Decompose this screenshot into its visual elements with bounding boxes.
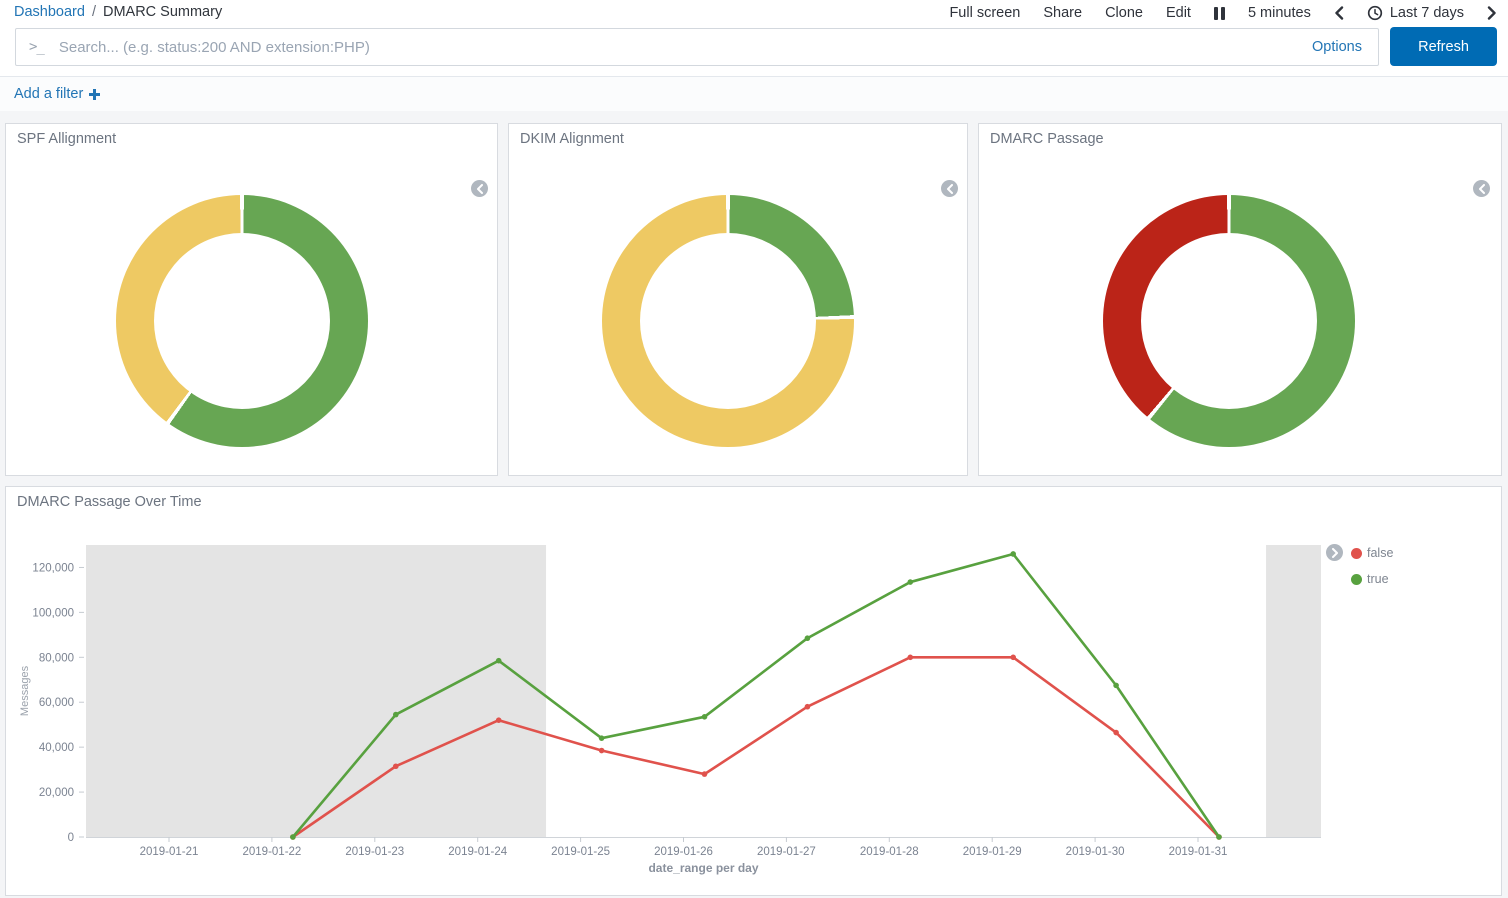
nav-menu: Full screen Share Clone Edit 5 minutes L… bbox=[949, 0, 1497, 26]
breadcrumb-dashboard-link[interactable]: Dashboard bbox=[14, 4, 85, 20]
full-screen-button[interactable]: Full screen bbox=[949, 5, 1020, 21]
clock-icon bbox=[1367, 5, 1383, 21]
legend-dot-true bbox=[1351, 574, 1362, 585]
panel-dkim-alignment: DKIM Alignment bbox=[508, 123, 968, 476]
add-filter-button[interactable]: Add a filter bbox=[14, 86, 100, 102]
dkim-donut-chart[interactable] bbox=[602, 195, 854, 447]
legend-toggle-button[interactable] bbox=[1326, 544, 1343, 561]
panel-spf-alignment: SPF Allignment bbox=[5, 123, 498, 476]
svg-text:Messages: Messages bbox=[19, 665, 31, 716]
refresh-button[interactable]: Refresh bbox=[1390, 27, 1497, 66]
legend-item-true[interactable]: true bbox=[1351, 572, 1389, 586]
legend-item-false[interactable]: false bbox=[1351, 546, 1393, 560]
breadcrumb: Dashboard / DMARC Summary bbox=[14, 4, 222, 20]
svg-text:2019-01-22: 2019-01-22 bbox=[242, 846, 301, 858]
svg-text:2019-01-21: 2019-01-21 bbox=[140, 846, 199, 858]
svg-text:2019-01-27: 2019-01-27 bbox=[757, 846, 816, 858]
page-title: DMARC Summary bbox=[103, 4, 222, 20]
panel-title: DKIM Alignment bbox=[520, 131, 624, 147]
query-bar: >_ Options bbox=[15, 28, 1379, 66]
search-input[interactable] bbox=[57, 38, 1312, 57]
svg-text:2019-01-26: 2019-01-26 bbox=[654, 846, 713, 858]
legend-label: false bbox=[1367, 546, 1393, 560]
plus-icon bbox=[89, 89, 100, 100]
svg-text:60,000: 60,000 bbox=[39, 697, 74, 709]
panel-dmarc-over-time: DMARC Passage Over Time 2019-01-212019-0… bbox=[5, 486, 1502, 896]
svg-text:80,000: 80,000 bbox=[39, 652, 74, 664]
chevron-left-icon bbox=[946, 184, 954, 194]
kibana-dashboard-app: Dashboard / DMARC Summary Full screen Sh… bbox=[0, 0, 1508, 898]
edit-button[interactable]: Edit bbox=[1166, 5, 1191, 21]
svg-text:20,000: 20,000 bbox=[39, 787, 74, 799]
clone-button[interactable]: Clone bbox=[1105, 5, 1143, 21]
options-link[interactable]: Options bbox=[1312, 39, 1362, 55]
donut-hole bbox=[154, 233, 330, 409]
donut-hole bbox=[1141, 233, 1317, 409]
query-prompt-icon: >_ bbox=[29, 39, 44, 55]
svg-text:2019-01-31: 2019-01-31 bbox=[1169, 846, 1228, 858]
panel-title: DMARC Passage bbox=[990, 131, 1104, 147]
legend-toggle-button[interactable] bbox=[471, 180, 488, 197]
add-filter-label: Add a filter bbox=[14, 86, 83, 102]
chevron-right-icon bbox=[1331, 548, 1339, 558]
svg-text:2019-01-24: 2019-01-24 bbox=[448, 846, 507, 858]
dmarc-donut-chart[interactable] bbox=[1103, 195, 1355, 447]
svg-text:2019-01-23: 2019-01-23 bbox=[345, 846, 404, 858]
legend-toggle-button[interactable] bbox=[941, 180, 958, 197]
legend-dot-false bbox=[1351, 548, 1362, 559]
donut-hole bbox=[640, 233, 816, 409]
breadcrumb-separator: / bbox=[92, 4, 96, 20]
time-range-picker[interactable]: Last 7 days bbox=[1367, 5, 1464, 21]
svg-text:2019-01-30: 2019-01-30 bbox=[1066, 846, 1125, 858]
top-nav-bar: Dashboard / DMARC Summary Full screen Sh… bbox=[0, 0, 1508, 26]
share-button[interactable]: Share bbox=[1043, 5, 1082, 21]
svg-text:date_range per day: date_range per day bbox=[648, 861, 758, 875]
refresh-interval-button[interactable]: 5 minutes bbox=[1248, 5, 1311, 21]
legend-toggle-button[interactable] bbox=[1473, 180, 1490, 197]
filter-bar: Add a filter bbox=[0, 77, 1508, 111]
time-back-button[interactable] bbox=[1334, 6, 1344, 20]
svg-text:2019-01-28: 2019-01-28 bbox=[860, 846, 919, 858]
svg-text:2019-01-25: 2019-01-25 bbox=[551, 846, 610, 858]
svg-text:2019-01-29: 2019-01-29 bbox=[963, 846, 1022, 858]
svg-text:120,000: 120,000 bbox=[32, 562, 74, 574]
svg-text:100,000: 100,000 bbox=[32, 607, 74, 619]
chevron-left-icon bbox=[1478, 184, 1486, 194]
pause-icon[interactable] bbox=[1214, 7, 1225, 20]
time-forward-button[interactable] bbox=[1487, 6, 1497, 20]
spf-donut-chart[interactable] bbox=[116, 195, 368, 447]
panel-dmarc-passage: DMARC Passage bbox=[978, 123, 1502, 476]
panel-title: SPF Allignment bbox=[17, 131, 116, 147]
svg-text:40,000: 40,000 bbox=[39, 742, 74, 754]
timeline-line-chart[interactable]: 2019-01-21 2019-01-22 2019-01-23 2019-01-24… bbox=[6, 487, 1501, 895]
chevron-left-icon bbox=[476, 184, 484, 194]
chevron-left-icon bbox=[1334, 6, 1344, 20]
time-range-label: Last 7 days bbox=[1390, 5, 1464, 21]
svg-text:0: 0 bbox=[68, 832, 74, 844]
legend-label: true bbox=[1367, 572, 1389, 586]
chevron-right-icon bbox=[1487, 6, 1497, 20]
